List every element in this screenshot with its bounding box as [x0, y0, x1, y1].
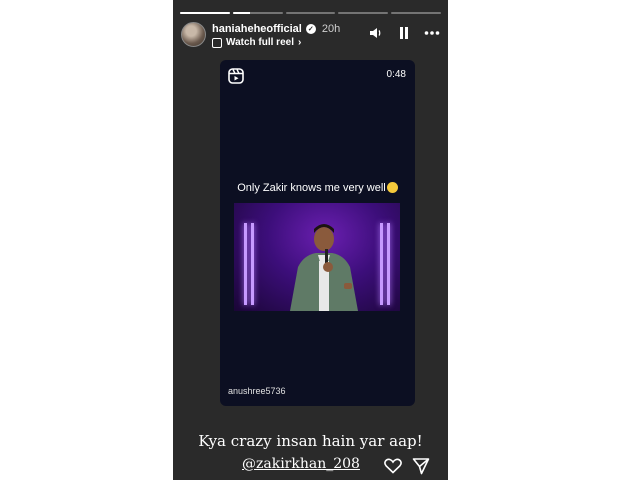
avatar[interactable] [181, 22, 206, 47]
reel-duration: 0:48 [386, 69, 406, 80]
username-row: haniaheheofficial ✓ 20h [212, 23, 340, 35]
story-controls [368, 25, 440, 41]
chevron-right-icon: › [297, 37, 302, 48]
progress-segment [285, 12, 336, 14]
story-header: haniaheheofficial ✓ 20h Watch full reel … [181, 20, 440, 50]
stage-light-left [244, 223, 254, 305]
stage-light-right [380, 223, 390, 305]
progress-segment [180, 12, 230, 14]
story-viewer: haniaheheofficial ✓ 20h Watch full reel … [173, 0, 448, 480]
mention-tag[interactable]: @zakirkhan_208 [242, 456, 360, 472]
pause-icon[interactable] [396, 25, 412, 41]
reel-video-frame[interactable] [234, 203, 400, 311]
smiling-face-emoji-icon [386, 182, 398, 193]
progress-segment-fill [232, 12, 251, 14]
progress-segment [232, 12, 283, 14]
reel-caption-text: Only Zakir knows me very well [237, 182, 386, 194]
more-icon[interactable] [424, 25, 440, 41]
progress-segment [391, 12, 441, 14]
story-progress-bar [180, 12, 441, 14]
watch-full-reel-link[interactable]: Watch full reel › [212, 37, 301, 48]
reel-icon [228, 68, 244, 84]
progress-segment [338, 12, 389, 14]
progress-segment-fill [180, 12, 230, 14]
reel-author-watermark[interactable]: anushree5736 [228, 386, 286, 396]
reel-caption: Only Zakir knows me very well [220, 182, 415, 194]
send-icon[interactable] [412, 457, 430, 475]
reel-small-icon [212, 37, 222, 48]
verified-badge-icon: ✓ [305, 24, 316, 34]
volume-icon[interactable] [368, 25, 384, 41]
heart-icon[interactable] [384, 458, 402, 474]
watch-full-reel-label: Watch full reel [226, 37, 294, 48]
performer-figure [290, 224, 358, 311]
shared-reel-card[interactable]: 0:48 Only Zakir knows me very well anush… [220, 60, 415, 406]
story-text-overlay: Kya crazy insan hain yar aap! [198, 432, 423, 450]
story-time: 20h [321, 23, 341, 35]
username[interactable]: haniaheheofficial [212, 23, 302, 35]
